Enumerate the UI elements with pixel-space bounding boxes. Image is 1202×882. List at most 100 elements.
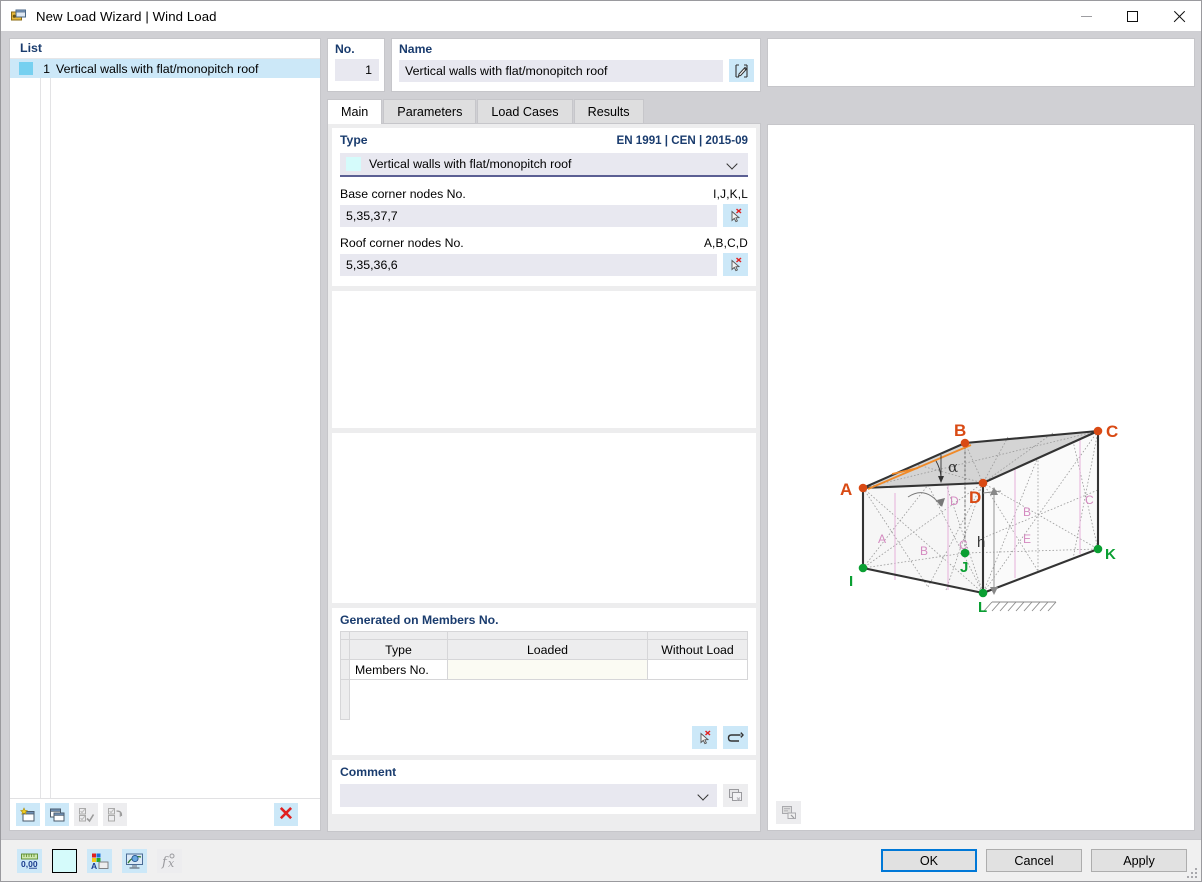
table-filler-row — [340, 679, 748, 720]
roof-nodes-input[interactable]: 5,35,36,6 — [340, 253, 717, 276]
base-nodes-input[interactable]: 5,35,37,7 — [340, 204, 717, 227]
list-header: List — [10, 39, 320, 59]
main-tab-page: Type EN 1991 | CEN | 2015-09 Vertical wa… — [327, 124, 761, 832]
type-select[interactable]: Vertical walls with flat/monopitch roof — [340, 153, 748, 177]
comment-input[interactable] — [340, 784, 717, 807]
wind-load-diagram: α D h A B C B E C A B C D I J K L — [840, 421, 1118, 616]
identity-row: No. 1 Name Vertical walls with flat/mono… — [327, 38, 761, 92]
info-panel — [767, 38, 1195, 87]
generated-members-reset-button[interactable] — [723, 726, 748, 749]
svg-text:0,00: 0,00 — [21, 859, 38, 869]
list-item-swatch — [19, 62, 33, 75]
type-select-value: Vertical walls with flat/monopitch roof — [369, 157, 572, 171]
cancel-button[interactable]: Cancel — [986, 849, 1082, 872]
delete-item-button[interactable]: ✕ — [274, 803, 298, 826]
select-all-button[interactable] — [74, 803, 98, 826]
chevron-down-icon — [727, 159, 738, 170]
footer-tools: 0,00 A f x — [17, 848, 182, 873]
display-properties-button[interactable]: A — [87, 848, 112, 873]
print-graphic-button[interactable] — [776, 801, 801, 824]
node-j-dot — [960, 548, 970, 558]
zone-side-c: C — [1085, 493, 1094, 507]
visual-preview-button[interactable] — [122, 848, 147, 873]
tab-parameters[interactable]: Parameters — [383, 99, 477, 123]
node-label-d: D — [969, 488, 981, 507]
tab-load-cases[interactable]: Load Cases — [477, 99, 573, 123]
formula-button[interactable]: f x — [157, 848, 182, 873]
minimize-icon — [1080, 16, 1092, 17]
minimize-button[interactable] — [1063, 1, 1109, 32]
node-l-dot — [978, 588, 988, 598]
table-row[interactable]: Members No. — [340, 659, 748, 680]
base-nodes-hint: I,J,K,L — [713, 187, 748, 201]
numeric-format-button[interactable]: 0,00 — [17, 848, 42, 873]
node-a-dot — [858, 483, 868, 493]
list-column-divider-2 — [50, 59, 51, 798]
comment-title: Comment — [340, 765, 397, 779]
angle-label: α — [948, 458, 958, 476]
row-without-load[interactable] — [647, 659, 748, 680]
edit-name-button[interactable] — [729, 59, 754, 82]
no-label: No. — [335, 42, 355, 56]
roof-nodes-label: Roof corner nodes No. — [340, 236, 464, 250]
node-label-i: I — [849, 573, 853, 590]
dialog-buttons: OK Cancel Apply — [881, 849, 1187, 872]
graphic-panel: α D h A B C B E C A B C D I J K L — [767, 124, 1195, 831]
node-i-dot — [858, 563, 868, 573]
generated-members-actions — [340, 726, 748, 749]
comment-templates-button[interactable] — [723, 784, 748, 807]
close-button[interactable] — [1155, 1, 1201, 32]
roof-nodes-pick-button[interactable] — [723, 253, 748, 276]
graphic-actions — [776, 801, 801, 824]
ground-support — [983, 601, 1057, 612]
tab-results[interactable]: Results — [573, 99, 644, 123]
node-label-b: B — [954, 421, 966, 440]
resize-grip[interactable] — [1187, 868, 1198, 879]
center-panel: No. 1 Name Vertical walls with flat/mono… — [327, 38, 761, 832]
standard-label: EN 1991 | CEN | 2015-09 — [616, 134, 748, 147]
no-input[interactable]: 1 — [335, 59, 379, 81]
svg-text:x: x — [168, 857, 175, 870]
zone-side-b: B — [1023, 505, 1031, 519]
blank-panel-lower — [332, 433, 756, 603]
node-label-a: A — [840, 480, 852, 499]
ok-button[interactable]: OK — [881, 849, 977, 872]
node-label-j: J — [960, 559, 968, 576]
row-type: Members No. — [349, 659, 448, 680]
comment-chevron-down-icon — [698, 790, 709, 801]
list-item[interactable]: 1 Vertical walls with flat/monopitch roo… — [10, 59, 320, 78]
node-d-dot — [978, 478, 988, 488]
row-index — [340, 659, 350, 680]
title-bar: New Load Wizard | Wind Load — [1, 1, 1201, 32]
dialog-body: List 1 Vertical walls with flat/monopitc… — [1, 32, 1201, 839]
col-loaded: Loaded — [447, 639, 648, 660]
generated-members-title: Generated on Members No. — [340, 613, 499, 627]
apply-button[interactable]: Apply — [1091, 849, 1187, 872]
svg-text:A: A — [91, 861, 97, 870]
maximize-button[interactable] — [1109, 1, 1155, 32]
list-item-label: Vertical walls with flat/monopitch roof — [56, 61, 259, 76]
generated-members-pick-button[interactable] — [692, 726, 717, 749]
roof-nodes-label-row: Roof corner nodes No. A,B,C,D — [340, 236, 748, 250]
comment-row — [340, 784, 748, 807]
comment-section: Comment — [332, 760, 756, 814]
copy-item-button[interactable] — [45, 803, 69, 826]
zone-front-a: A — [878, 532, 886, 546]
new-load-wizard-dialog: New Load Wizard | Wind Load List 1 Verti… — [0, 0, 1202, 882]
window-controls — [1063, 1, 1201, 32]
tab-main[interactable]: Main — [327, 99, 383, 124]
node-label-k: K — [1105, 546, 1116, 563]
new-item-button[interactable] — [16, 803, 40, 826]
roof-nodes-row: 5,35,36,6 — [340, 253, 748, 276]
color-swatch-button[interactable] — [52, 848, 77, 873]
base-nodes-pick-button[interactable] — [723, 204, 748, 227]
col-without-load: Without Load — [647, 639, 748, 660]
maximize-icon — [1126, 11, 1138, 22]
invert-selection-button[interactable] — [103, 803, 127, 826]
generated-members-table: Type Loaded Without Load Members No. — [340, 631, 748, 720]
row-loaded[interactable] — [447, 659, 648, 680]
height-label: h — [977, 534, 985, 551]
node-k-dot — [1093, 544, 1103, 554]
name-input[interactable]: Vertical walls with flat/monopitch roof — [399, 59, 723, 82]
roof-zone-d-label: D — [950, 494, 959, 508]
